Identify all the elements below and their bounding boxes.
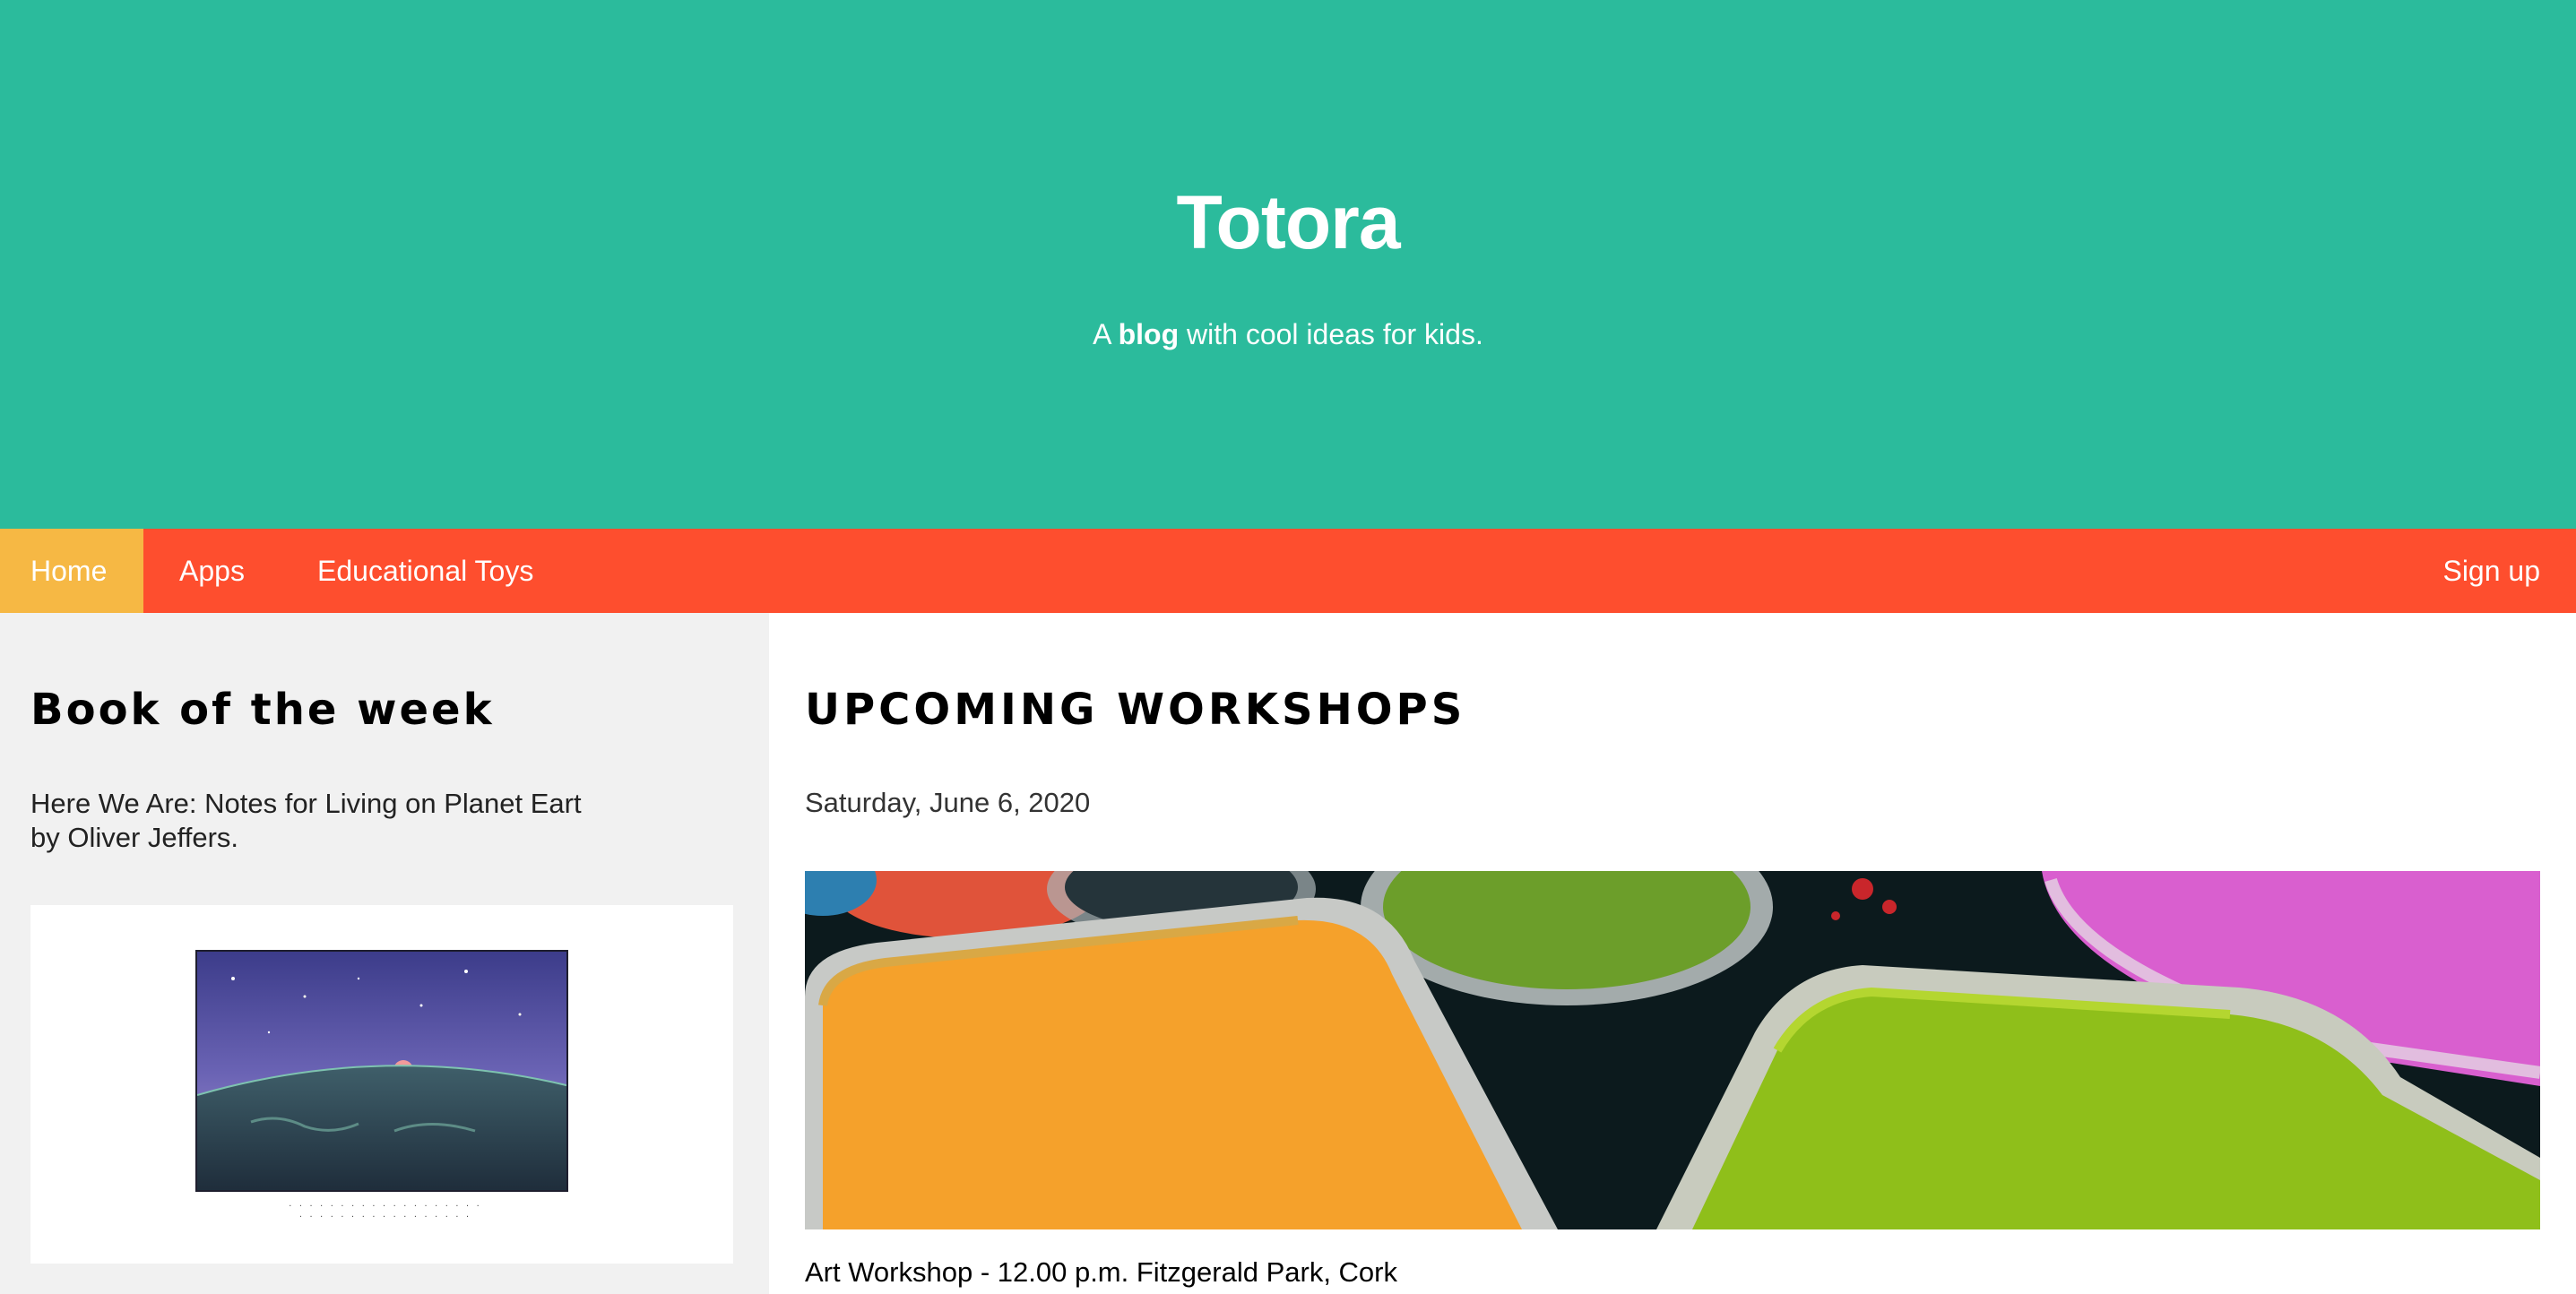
site-title: Totora — [1176, 180, 1400, 264]
tagline-suffix: with cool ideas for kids. — [1179, 318, 1483, 350]
sidebar: Book of the week Here We Are: Notes for … — [0, 613, 769, 1294]
book-cover-caption: · · · · · · · · · · · · · · · · · · · · ·… — [288, 1202, 481, 1221]
nav-apps[interactable]: Apps — [149, 529, 275, 613]
nav-educational-toys[interactable]: Educational Toys — [287, 529, 564, 613]
book-description: Here We Are: Notes for Living on Planet … — [30, 787, 604, 855]
sidebar-heading: Book of the week — [30, 685, 495, 735]
paint-trays-illustration — [805, 871, 2540, 1229]
tagline-bold: blog — [1118, 318, 1180, 350]
tagline-prefix: A — [1093, 318, 1119, 350]
nav-sign-up[interactable]: Sign up — [2412, 529, 2571, 613]
nav-home[interactable]: Home — [0, 529, 143, 613]
event-title: Art Workshop - 12.00 p.m. Fitzgerald Par… — [805, 1256, 1397, 1288]
book-image-card[interactable]: · · · · · · · · · · · · · · · · · · · · ·… — [30, 905, 733, 1264]
main-content: UPCOMING WORKSHOPS Saturday, June 6, 202… — [769, 613, 2576, 1294]
event-date: Saturday, June 6, 2020 — [805, 787, 1091, 818]
workshops-heading: UPCOMING WORKSHOPS — [805, 685, 1466, 735]
main-navigation: Home Apps Educational Toys Sign up — [0, 529, 2576, 613]
planet-illustration — [197, 952, 566, 1190]
site-tagline: A blog with cool ideas for kids. — [0, 318, 2576, 351]
book-cover-image — [195, 950, 568, 1192]
paint-trays-image[interactable] — [805, 871, 2540, 1229]
book-author: by Oliver Jeffers. — [30, 822, 239, 853]
hero-banner: Totora A blog with cool ideas for kids. — [0, 0, 2576, 529]
book-title: Here We Are: Notes for Living on Planet … — [30, 788, 582, 819]
